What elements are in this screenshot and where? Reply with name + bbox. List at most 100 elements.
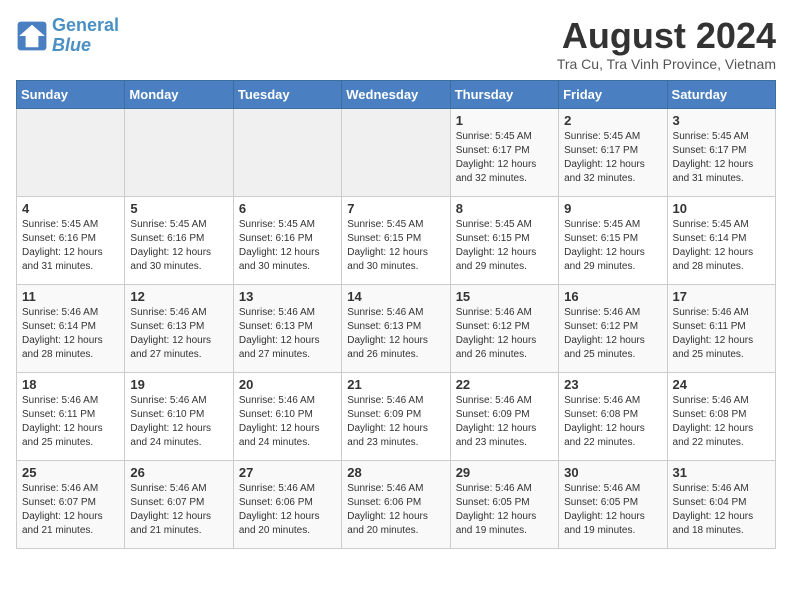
day-info: Sunrise: 5:46 AM Sunset: 6:06 PM Dayligh… (239, 482, 336, 538)
day-info: Sunrise: 5:46 AM Sunset: 6:05 PM Dayligh… (564, 482, 661, 538)
day-info: Sunrise: 5:46 AM Sunset: 6:11 PM Dayligh… (673, 306, 770, 362)
day-number: 19 (130, 377, 227, 392)
day-info: Sunrise: 5:46 AM Sunset: 6:10 PM Dayligh… (130, 394, 227, 450)
day-info: Sunrise: 5:45 AM Sunset: 6:17 PM Dayligh… (673, 130, 770, 186)
day-number: 21 (347, 377, 444, 392)
day-cell: 4Sunrise: 5:45 AM Sunset: 6:16 PM Daylig… (17, 196, 125, 284)
day-cell: 15Sunrise: 5:46 AM Sunset: 6:12 PM Dayli… (450, 284, 558, 372)
day-info: Sunrise: 5:45 AM Sunset: 6:15 PM Dayligh… (347, 218, 444, 274)
day-info: Sunrise: 5:46 AM Sunset: 6:13 PM Dayligh… (130, 306, 227, 362)
day-number: 13 (239, 289, 336, 304)
day-cell: 19 Sunrise: 5:46 AM Sunset: 6:10 PM Dayli… (125, 372, 233, 460)
day-info: Sunrise: 5:46 AM Sunset: 6:14 PM Dayligh… (22, 306, 119, 362)
day-cell: 13Sunrise: 5:46 AM Sunset: 6:13 PM Dayli… (233, 284, 341, 372)
day-cell: 28Sunrise: 5:46 AM Sunset: 6:06 PM Dayli… (342, 460, 450, 548)
day-cell: 3Sunrise: 5:45 AM Sunset: 6:17 PM Daylig… (667, 108, 775, 196)
day-info: Sunrise: 5:46 AM Sunset: 6:12 PM Dayligh… (564, 306, 661, 362)
day-header-sunday: Sunday (17, 80, 125, 108)
day-info: Sunrise: 5:46 AM Sunset: 6:05 PM Dayligh… (456, 482, 553, 538)
day-cell: 6 Sunrise: 5:45 AM Sunset: 6:16 PM Daylig… (233, 196, 341, 284)
day-header-row: SundayMondayTuesdayWednesdayThursdayFrid… (17, 80, 776, 108)
day-header-monday: Monday (125, 80, 233, 108)
day-info: Sunrise: 5:46 AM Sunset: 6:06 PM Dayligh… (347, 482, 444, 538)
day-header-friday: Friday (559, 80, 667, 108)
day-number: 11 (22, 289, 119, 304)
logo-text: General Blue (52, 16, 119, 56)
day-info: Sunrise: 5:45 AM Sunset: 6:17 PM Dayligh… (564, 130, 661, 186)
day-info: Sunrise: 5:45 AM Sunset: 6:16 PM Dayligh… (239, 218, 336, 274)
day-cell: 10 Sunrise: 5:45 AM Sunset: 6:14 PM Dayli… (667, 196, 775, 284)
title-block: August 2024 Tra Cu, Tra Vinh Province, V… (557, 16, 776, 72)
day-number: 18 (22, 377, 119, 392)
day-cell (233, 108, 341, 196)
logo-icon (16, 20, 48, 52)
day-cell: 9 Sunrise: 5:45 AM Sunset: 6:15 PM Daylig… (559, 196, 667, 284)
day-number: 27 (239, 465, 336, 480)
day-info: Sunrise: 5:45 AM Sunset: 6:14 PM Dayligh… (673, 218, 770, 274)
day-number: 9 (564, 201, 661, 216)
day-cell (125, 108, 233, 196)
location: Tra Cu, Tra Vinh Province, Vietnam (557, 56, 776, 72)
day-info: Sunrise: 5:46 AM Sunset: 6:09 PM Dayligh… (456, 394, 553, 450)
day-cell: 14 Sunrise: 5:46 AM Sunset: 6:13 PM Dayli… (342, 284, 450, 372)
day-number: 17 (673, 289, 770, 304)
day-number: 7 (347, 201, 444, 216)
day-number: 24 (673, 377, 770, 392)
day-cell: 11 Sunrise: 5:46 AM Sunset: 6:14 PM Dayli… (17, 284, 125, 372)
day-number: 10 (673, 201, 770, 216)
day-info: Sunrise: 5:45 AM Sunset: 6:15 PM Dayligh… (564, 218, 661, 274)
day-cell (17, 108, 125, 196)
page-header: General Blue August 2024 Tra Cu, Tra Vin… (16, 16, 776, 72)
day-number: 8 (456, 201, 553, 216)
day-info: Sunrise: 5:46 AM Sunset: 6:12 PM Dayligh… (456, 306, 553, 362)
day-cell: 24 Sunrise: 5:46 AM Sunset: 6:08 PM Dayli… (667, 372, 775, 460)
week-row-5: 25Sunrise: 5:46 AM Sunset: 6:07 PM Dayli… (17, 460, 776, 548)
day-number: 22 (456, 377, 553, 392)
day-info: Sunrise: 5:45 AM Sunset: 6:15 PM Dayligh… (456, 218, 553, 274)
day-info: Sunrise: 5:46 AM Sunset: 6:08 PM Dayligh… (673, 394, 770, 450)
day-cell: 31 Sunrise: 5:46 AM Sunset: 6:04 PM Dayli… (667, 460, 775, 548)
day-cell: 5 Sunrise: 5:45 AM Sunset: 6:16 PM Daylig… (125, 196, 233, 284)
day-number: 30 (564, 465, 661, 480)
day-header-saturday: Saturday (667, 80, 775, 108)
day-number: 29 (456, 465, 553, 480)
day-cell: 29 Sunrise: 5:46 AM Sunset: 6:05 PM Dayli… (450, 460, 558, 548)
day-cell: 21 Sunrise: 5:46 AM Sunset: 6:09 PM Dayli… (342, 372, 450, 460)
day-info: Sunrise: 5:45 AM Sunset: 6:16 PM Dayligh… (130, 218, 227, 274)
day-number: 14 (347, 289, 444, 304)
day-number: 6 (239, 201, 336, 216)
day-cell: 25Sunrise: 5:46 AM Sunset: 6:07 PM Dayli… (17, 460, 125, 548)
day-cell: 16 Sunrise: 5:46 AM Sunset: 6:12 PM Dayli… (559, 284, 667, 372)
day-cell: 17 Sunrise: 5:46 AM Sunset: 6:11 PM Dayli… (667, 284, 775, 372)
day-number: 5 (130, 201, 227, 216)
day-number: 4 (22, 201, 119, 216)
month-year: August 2024 (557, 16, 776, 56)
day-cell: 22 Sunrise: 5:46 AM Sunset: 6:09 PM Dayli… (450, 372, 558, 460)
day-cell (342, 108, 450, 196)
day-info: Sunrise: 5:46 AM Sunset: 6:04 PM Dayligh… (673, 482, 770, 538)
day-cell: 26Sunrise: 5:46 AM Sunset: 6:07 PM Dayli… (125, 460, 233, 548)
day-cell: 20Sunrise: 5:46 AM Sunset: 6:10 PM Dayli… (233, 372, 341, 460)
week-row-2: 4 Sunrise: 5:45 AM Sunset: 6:16 PM Daylig… (17, 196, 776, 284)
day-cell: 30 Sunrise: 5:46 AM Sunset: 6:05 PM Dayli… (559, 460, 667, 548)
day-cell: 8 Sunrise: 5:45 AM Sunset: 6:15 PM Daylig… (450, 196, 558, 284)
week-row-4: 18 Sunrise: 5:46 AM Sunset: 6:11 PM Dayli… (17, 372, 776, 460)
day-number: 31 (673, 465, 770, 480)
day-cell: 7 Sunrise: 5:45 AM Sunset: 6:15 PM Daylig… (342, 196, 450, 284)
logo: General Blue (16, 16, 119, 56)
day-number: 23 (564, 377, 661, 392)
calendar-table: SundayMondayTuesdayWednesdayThursdayFrid… (16, 80, 776, 549)
week-row-1: 1 Sunrise: 5:45 AM Sunset: 6:17 PM Daylig… (17, 108, 776, 196)
day-number: 16 (564, 289, 661, 304)
day-info: Sunrise: 5:46 AM Sunset: 6:10 PM Dayligh… (239, 394, 336, 450)
day-info: Sunrise: 5:46 AM Sunset: 6:08 PM Dayligh… (564, 394, 661, 450)
logo-line2: Blue (52, 35, 91, 55)
day-info: Sunrise: 5:46 AM Sunset: 6:11 PM Dayligh… (22, 394, 119, 450)
day-info: Sunrise: 5:46 AM Sunset: 6:09 PM Dayligh… (347, 394, 444, 450)
day-info: Sunrise: 5:45 AM Sunset: 6:17 PM Dayligh… (456, 130, 553, 186)
day-header-tuesday: Tuesday (233, 80, 341, 108)
day-number: 1 (456, 113, 553, 128)
day-info: Sunrise: 5:46 AM Sunset: 6:07 PM Dayligh… (22, 482, 119, 538)
day-info: Sunrise: 5:46 AM Sunset: 6:13 PM Dayligh… (347, 306, 444, 362)
day-header-wednesday: Wednesday (342, 80, 450, 108)
